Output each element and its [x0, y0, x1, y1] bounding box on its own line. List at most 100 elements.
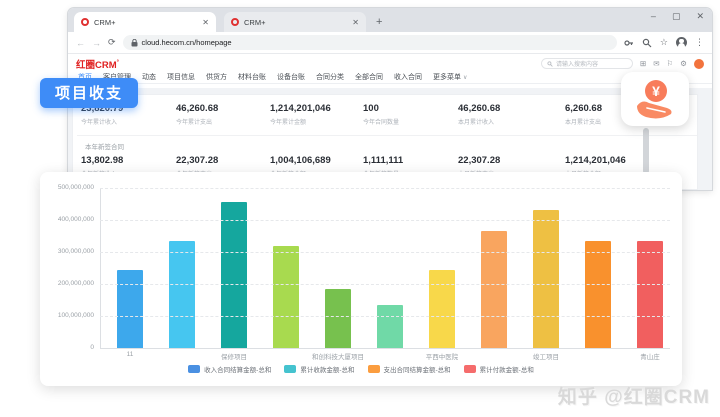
tab-close-icon[interactable]: ✕: [202, 18, 209, 27]
gridline: [100, 252, 670, 253]
nav-item-9[interactable]: 全部合同: [355, 72, 383, 82]
nav-item-5[interactable]: 供货方: [206, 72, 227, 82]
forward-icon[interactable]: →: [92, 38, 101, 48]
stat-value: 46,260.68: [176, 103, 270, 114]
close-window-button[interactable]: ✕: [696, 11, 704, 22]
nav-item-8[interactable]: 合同分类: [316, 72, 344, 82]
back-icon[interactable]: ←: [76, 38, 85, 48]
tab-title: CRM+: [94, 18, 197, 27]
nav-item-10[interactable]: 收入合同: [394, 72, 422, 82]
y-axis-tick-label: 0: [42, 344, 94, 351]
legend-item[interactable]: 累计付款金额-总和: [464, 364, 534, 374]
browser-tab[interactable]: CRM+ ✕: [74, 12, 216, 32]
stat-value: 1,111,111: [363, 155, 458, 166]
stats-row-1: 23,820.79今年累计收入46,260.68今年累计支出1,214,201,…: [77, 103, 697, 126]
gridline: [100, 316, 670, 317]
key-icon[interactable]: [624, 38, 634, 48]
notification-icon[interactable]: ⚐: [667, 59, 674, 68]
chart-bar[interactable]: [117, 270, 143, 348]
legend-label: 收入合同结算金额-总和: [204, 364, 271, 374]
app-search-input[interactable]: 请输入搜索内容: [541, 58, 633, 69]
chart-bar[interactable]: [585, 241, 611, 348]
address-bar-actions: ☆ ⋮: [624, 37, 704, 48]
stat-value: 1,214,201,046: [270, 103, 363, 114]
legend-swatch: [464, 365, 476, 373]
browser-menu-icon[interactable]: ⋮: [695, 37, 704, 48]
x-axis-category-label: 11: [127, 351, 134, 358]
stat-item: 46,260.68今年累计支出: [176, 103, 270, 126]
chart-bar[interactable]: [169, 241, 195, 348]
user-avatar[interactable]: [694, 59, 704, 69]
gridline: [100, 348, 670, 349]
gridline: [100, 220, 670, 221]
divider: [77, 135, 697, 136]
minimize-button[interactable]: –: [651, 11, 656, 22]
apps-grid-icon[interactable]: ⊞: [640, 59, 646, 68]
legend-swatch: [368, 365, 380, 373]
legend-item[interactable]: 累计收款金额-总和: [284, 364, 354, 374]
stat-value: 100: [363, 103, 458, 114]
plot-area: 11保修项目和创科技大厦项目平西中医院竣工项目青山庄: [100, 188, 670, 348]
floating-finance-card[interactable]: ¥: [621, 72, 689, 126]
tab-close-icon[interactable]: ✕: [352, 18, 359, 27]
legend-label: 累计付款金额-总和: [480, 364, 534, 374]
hand-holding-yuan-icon: ¥: [633, 78, 677, 120]
search-placeholder: 请输入搜索内容: [556, 59, 598, 68]
crm-favicon-icon: [231, 18, 239, 26]
stat-value: 22,307.28: [176, 155, 270, 166]
y-axis-tick-label: 500,000,000: [42, 184, 94, 191]
new-tab-button[interactable]: +: [376, 16, 382, 28]
url-text: cloud.hecom.cn/homepage: [142, 38, 232, 47]
profile-avatar-icon[interactable]: [676, 37, 687, 48]
y-axis-tick-label: 300,000,000: [42, 248, 94, 255]
window-controls: – ▢ ✕: [651, 11, 704, 22]
search-icon: [547, 61, 553, 67]
nav-more-menu[interactable]: 更多菜单 ∨: [433, 72, 467, 82]
reload-icon[interactable]: ⟳: [108, 37, 116, 48]
chart-bar[interactable]: [273, 246, 299, 348]
y-axis-tick-label: 100,000,000: [42, 312, 94, 319]
gridline: [100, 284, 670, 285]
maximize-button[interactable]: ▢: [672, 11, 681, 22]
nav-item-7[interactable]: 设备台账: [277, 72, 305, 82]
stat-label: 本月累计收入: [458, 117, 565, 126]
legend-item[interactable]: 收入合同结算金额-总和: [188, 364, 271, 374]
chart-bar[interactable]: [377, 305, 403, 348]
bookmark-star-icon[interactable]: ☆: [660, 37, 668, 48]
x-axis-category-label: 竣工项目: [533, 351, 559, 361]
stat-item: 46,260.68 本月累计收入: [458, 103, 565, 126]
message-icon[interactable]: ✉: [653, 59, 659, 68]
stat-value: 46,260.68: [458, 103, 565, 114]
stat-item: 100今年合同数量: [363, 103, 458, 126]
nav-item-4[interactable]: 项目信息: [167, 72, 195, 82]
search-zoom-icon[interactable]: [642, 38, 652, 48]
lock-icon: [131, 39, 138, 47]
crm-favicon-icon: [81, 18, 89, 26]
url-bar[interactable]: cloud.hecom.cn/homepage: [123, 35, 617, 50]
project-income-expense-callout[interactable]: 项目收支: [40, 78, 138, 108]
x-axis-category-label: 和创科技大厦项目: [312, 351, 364, 361]
x-axis-category-label: 平西中医院: [426, 351, 459, 361]
nav-item-3[interactable]: 动态: [142, 72, 156, 82]
chart-bar[interactable]: [533, 210, 559, 348]
bar-chart: 11保修项目和创科技大厦项目平西中医院竣工项目青山庄 500,000,000 40…: [40, 172, 682, 386]
address-bar: ← → ⟳ cloud.hecom.cn/homepage ☆ ⋮: [68, 32, 712, 54]
stats-row2-title: 本年新签合同: [77, 141, 697, 151]
settings-gear-icon[interactable]: ⚙: [680, 59, 687, 68]
inner-scrollbar[interactable]: [643, 128, 649, 174]
chart-bar[interactable]: [481, 231, 507, 348]
chart-bar[interactable]: [221, 202, 247, 348]
legend-label: 累计收款金额-总和: [300, 364, 354, 374]
legend-item[interactable]: 支出合同结算金额-总和: [368, 364, 451, 374]
chart-bar[interactable]: [429, 270, 455, 348]
tab-title: CRM+: [244, 18, 347, 27]
legend-label: 支出合同结算金额-总和: [384, 364, 451, 374]
stat-value: 13,802.98: [81, 155, 176, 166]
crm-logo: 红圈CRM°: [76, 57, 119, 71]
nav-item-6[interactable]: 材料台账: [238, 72, 266, 82]
chart-bar[interactable]: [637, 241, 663, 348]
browser-tab[interactable]: CRM+ ✕: [224, 12, 366, 32]
chart-bar[interactable]: [325, 289, 351, 348]
y-axis-tick-label: 400,000,000: [42, 216, 94, 223]
legend-swatch: [188, 365, 200, 373]
